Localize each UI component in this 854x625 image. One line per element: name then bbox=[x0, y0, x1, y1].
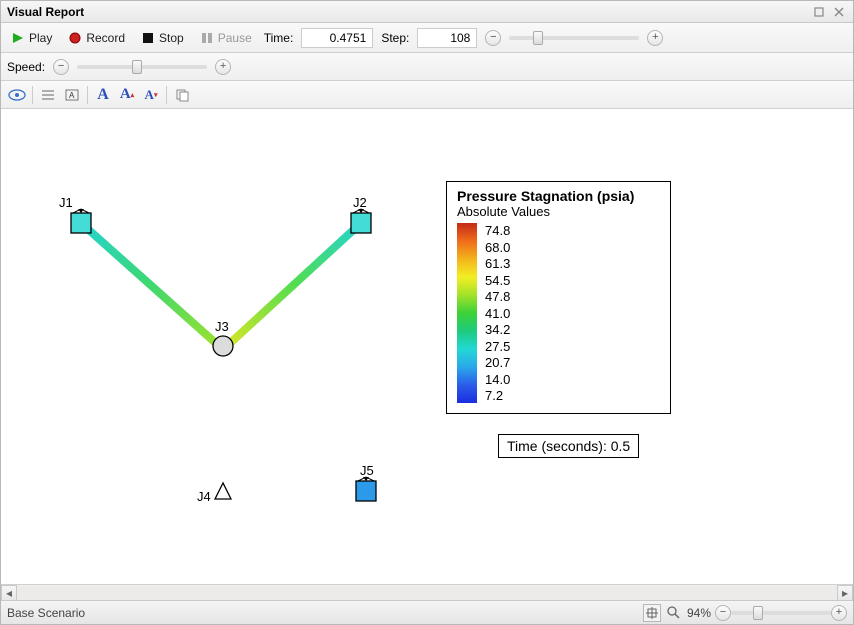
legend-color-scale bbox=[457, 223, 477, 403]
legend-subtitle: Absolute Values bbox=[457, 204, 660, 219]
zoom-out-button[interactable]: − bbox=[715, 605, 731, 621]
window-close-button[interactable] bbox=[831, 5, 847, 19]
legend-title: Pressure Stagnation (psia) bbox=[457, 188, 660, 204]
playback-toolbar: Play Record Stop Pause Time: 0.4751 Step… bbox=[1, 23, 853, 53]
time-display[interactable]: Time (seconds): 0.5 bbox=[498, 434, 639, 458]
fit-view-button[interactable] bbox=[643, 604, 661, 622]
node-label-j4: J4 bbox=[197, 489, 211, 504]
font-decrease-icon[interactable]: A▾ bbox=[139, 84, 163, 106]
speed-toolbar: Speed: − + bbox=[1, 53, 853, 81]
step-label: Step: bbox=[381, 31, 409, 45]
speed-decrement-button[interactable]: − bbox=[53, 59, 69, 75]
stop-label: Stop bbox=[159, 31, 184, 45]
zoom-tool-button[interactable] bbox=[665, 604, 683, 622]
scenario-name: Base Scenario bbox=[7, 606, 85, 620]
network-diagram bbox=[1, 109, 853, 584]
stop-button[interactable]: Stop bbox=[137, 29, 188, 47]
zoom-slider-thumb[interactable] bbox=[753, 606, 763, 620]
zoom-level: 94% bbox=[687, 606, 711, 620]
svg-text:A: A bbox=[69, 91, 75, 100]
font-icon[interactable]: A bbox=[91, 84, 115, 106]
view-toolbar: A A A▴ A▾ bbox=[1, 81, 853, 109]
zoom-slider[interactable] bbox=[731, 611, 831, 615]
node-label-j3: J3 bbox=[215, 319, 229, 334]
pause-label: Pause bbox=[218, 31, 252, 45]
font-increase-icon[interactable]: A▴ bbox=[115, 84, 139, 106]
stop-icon bbox=[141, 31, 155, 45]
record-label: Record bbox=[86, 31, 125, 45]
node-label-j5: J5 bbox=[360, 463, 374, 478]
window-title: Visual Report bbox=[7, 5, 84, 19]
horizontal-scrollbar[interactable]: ◂ ▸ bbox=[1, 584, 853, 600]
eye-icon[interactable] bbox=[5, 84, 29, 106]
time-field[interactable]: 0.4751 bbox=[301, 28, 373, 48]
play-label: Play bbox=[29, 31, 52, 45]
node-label-j1: J1 bbox=[59, 195, 73, 210]
record-button[interactable]: Record bbox=[64, 29, 129, 47]
speed-slider[interactable] bbox=[77, 65, 207, 69]
play-button[interactable]: Play bbox=[7, 29, 56, 47]
step-increment-button[interactable]: + bbox=[647, 30, 663, 46]
legend[interactable]: Pressure Stagnation (psia) Absolute Valu… bbox=[446, 181, 671, 414]
step-field[interactable]: 108 bbox=[417, 28, 477, 48]
pause-icon bbox=[200, 31, 214, 45]
step-decrement-button[interactable]: − bbox=[485, 30, 501, 46]
step-slider[interactable] bbox=[509, 36, 639, 40]
copy-icon[interactable] bbox=[170, 84, 194, 106]
record-icon bbox=[68, 31, 82, 45]
step-slider-thumb[interactable] bbox=[533, 31, 543, 45]
canvas[interactable]: J1 J2 J3 J4 J5 Pressure Stagnation (psia… bbox=[1, 109, 853, 584]
text-box-icon[interactable]: A bbox=[60, 84, 84, 106]
list-icon[interactable] bbox=[36, 84, 60, 106]
speed-label: Speed: bbox=[7, 60, 45, 74]
scroll-right-button[interactable]: ▸ bbox=[837, 585, 853, 601]
play-icon bbox=[11, 31, 25, 45]
time-label: Time: bbox=[264, 31, 294, 45]
legend-ticks: 74.868.061.3 54.547.841.0 34.227.520.7 1… bbox=[485, 223, 510, 403]
pause-button[interactable]: Pause bbox=[196, 29, 256, 47]
status-bar: Base Scenario 94% − + bbox=[1, 600, 853, 624]
title-bar: Visual Report bbox=[1, 1, 853, 23]
window-maximize-button[interactable] bbox=[811, 5, 827, 19]
node-label-j2: J2 bbox=[353, 195, 367, 210]
zoom-in-button[interactable]: + bbox=[831, 605, 847, 621]
speed-increment-button[interactable]: + bbox=[215, 59, 231, 75]
scroll-left-button[interactable]: ◂ bbox=[1, 585, 17, 601]
speed-slider-thumb[interactable] bbox=[132, 60, 142, 74]
scroll-track[interactable] bbox=[17, 586, 837, 600]
